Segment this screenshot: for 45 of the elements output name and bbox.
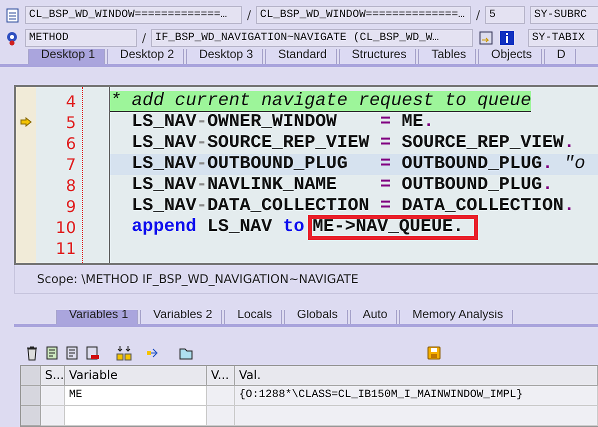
line-number: 5: [66, 112, 76, 132]
line-number: 6: [66, 134, 76, 152]
line-number: 10: [56, 218, 76, 236]
variables-tab[interactable]: Locals: [224, 310, 282, 324]
desktop-tab[interactable]: Desktop 1: [28, 49, 106, 64]
code-line: append LS_NAV to ME->NAV_QUEUE.: [110, 214, 478, 240]
event-type-field[interactable]: METHOD: [25, 28, 137, 46]
desktop-tab[interactable]: Standard: [265, 49, 337, 64]
desktop-tab[interactable]: Structures: [338, 49, 416, 64]
system-field[interactable]: SY-TABIX: [528, 28, 598, 46]
code-line: LS_NAV-OUTBOUND_PLUG = OUTBOUND_PLUG. "o: [130, 154, 586, 174]
line-number: 8: [66, 176, 76, 194]
separator-slash: /: [142, 30, 146, 44]
code-line: LS_NAV-DATA_COLLECTION = DATA_COLLECTION.: [130, 196, 575, 216]
program-field[interactable]: CL_BSP_WD_WINDOW=============…: [25, 6, 242, 24]
system-field[interactable]: SY-SUBRC: [530, 6, 598, 24]
line-number: 4: [66, 92, 76, 110]
desktop-tab[interactable]: Objects: [478, 49, 542, 64]
value-cell: {O:1288*\CLASS=CL_IB150M_I_MAINWINDOW_IMPL}: [235, 386, 598, 406]
line-number: 7: [66, 154, 76, 174]
separator-slash: /: [476, 8, 480, 22]
desktop-tab[interactable]: Desktop 3: [186, 49, 264, 64]
desktop-tab[interactable]: Desktop 2: [107, 49, 184, 64]
desktop-tab[interactable]: Tables: [418, 49, 476, 64]
variables-tab[interactable]: Globals: [284, 310, 348, 324]
column-header[interactable]: Variable: [65, 366, 207, 386]
column-header[interactable]: S...: [41, 366, 65, 386]
line-number: 11: [56, 238, 76, 258]
scope-label: Scope: \METHOD IF_BSP_WD_NAVIGATION~NAVIGATE: [14, 264, 598, 294]
desktop-tab[interactable]: D: [544, 49, 576, 64]
column-header[interactable]: V...: [207, 366, 235, 386]
line-number: 9: [66, 196, 76, 216]
column-header[interactable]: Val.: [235, 366, 598, 386]
variable-cell[interactable]: ME: [65, 386, 207, 406]
code-line: LS_NAV-NAVLINK_NAME = OUTBOUND_PLUG.: [130, 175, 553, 195]
event-field[interactable]: IF_BSP_WD_NAVIGATION~NAVIGATE (CL_BSP_WD_W…: [151, 28, 474, 46]
variables-tab[interactable]: Memory Analysis: [399, 310, 514, 324]
code-line: LS_NAV-OWNER_WINDOW = ME.: [130, 112, 434, 132]
variables-tab[interactable]: Variables 1: [56, 310, 138, 324]
code-line: LS_NAV-SOURCE_REP_VIEW = SOURCE_REP_VIEW.: [130, 133, 575, 153]
variables-tab[interactable]: Variables 2: [140, 310, 222, 324]
line-field[interactable]: 5: [485, 6, 526, 24]
separator-slash: /: [247, 8, 252, 22]
include-field[interactable]: CL_BSP_WD_WINDOW==============…: [256, 6, 472, 24]
variables-tab[interactable]: Auto: [350, 310, 398, 324]
